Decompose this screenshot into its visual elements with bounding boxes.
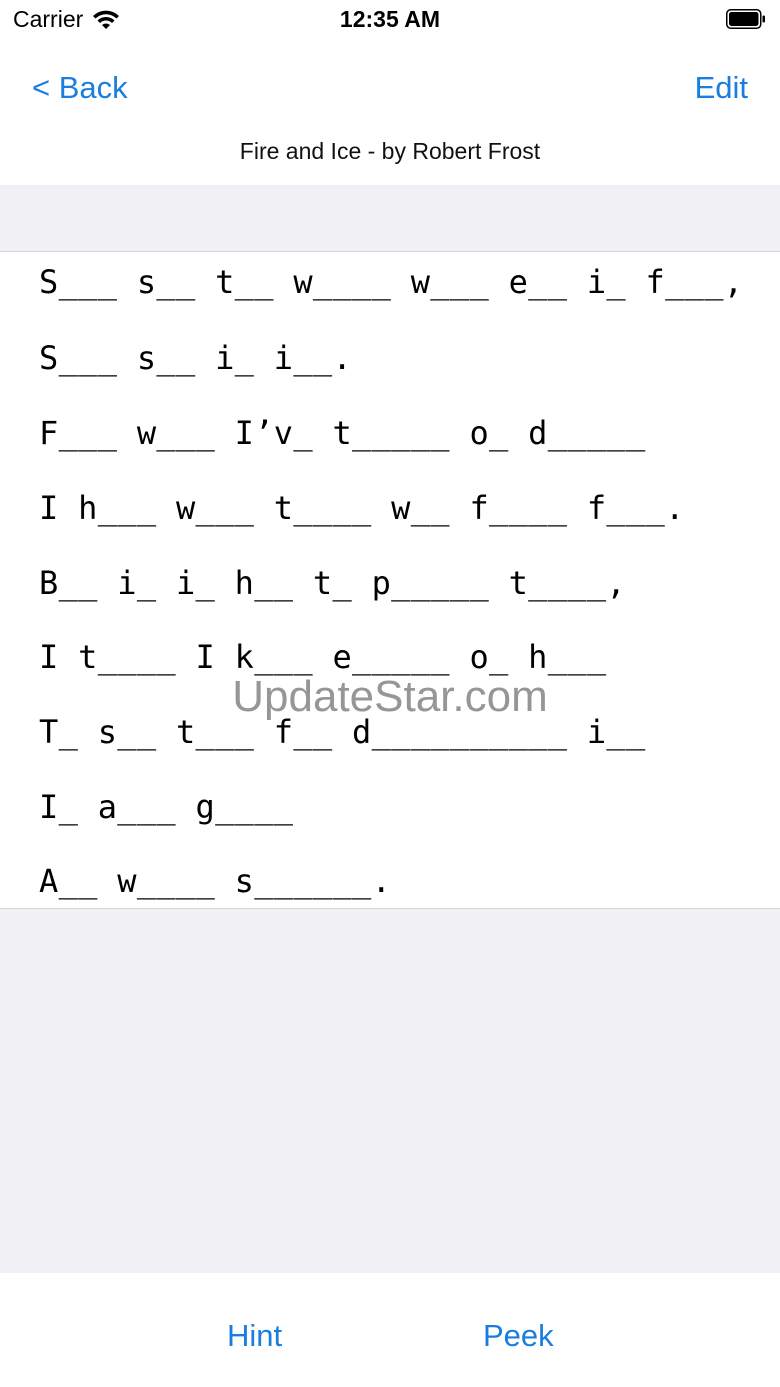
page-title: Fire and Ice - by Robert Frost <box>239 138 541 164</box>
poem-line: I_ a___ g____ <box>39 788 294 826</box>
poem-line: I h___ w___ t____ w__ f____ f___. <box>39 489 685 527</box>
poem-text-area[interactable]: S___ s__ t__ w____ w___ e__ i_ f___, S__… <box>0 252 780 909</box>
back-button[interactable]: < Back <box>32 70 128 106</box>
poem-line: S___ s__ t__ w____ w___ e__ i_ f___, <box>39 263 744 301</box>
navigation-bar: < Back Edit Fire and Ice - by Robert Fro… <box>0 40 780 185</box>
edit-button[interactable]: Edit <box>695 70 748 106</box>
poem-line: S___ s__ i_ i__. <box>39 339 353 377</box>
status-time: 12:35 AM <box>339 6 441 32</box>
poem-line: A__ w____ s______. <box>39 862 392 900</box>
poem-line: B__ i_ i_ h__ t_ p_____ t____, <box>39 564 626 602</box>
empty-content-area <box>0 909 780 1273</box>
peek-button[interactable]: Peek <box>483 1318 554 1354</box>
battery-icon <box>726 9 765 29</box>
poem-line: T_ s__ t___ f__ d__________ i__ <box>39 713 646 751</box>
hint-button[interactable]: Hint <box>227 1318 282 1354</box>
poem-line: I t____ I k___ e_____ o_ h___ <box>39 638 607 676</box>
poem-line: F___ w___ I’v_ t_____ o_ d_____ <box>39 414 646 452</box>
header-separator-band <box>0 185 780 252</box>
status-bar: Carrier 12:35 AM <box>0 0 780 40</box>
bottom-toolbar: Hint Peek <box>0 1273 780 1387</box>
